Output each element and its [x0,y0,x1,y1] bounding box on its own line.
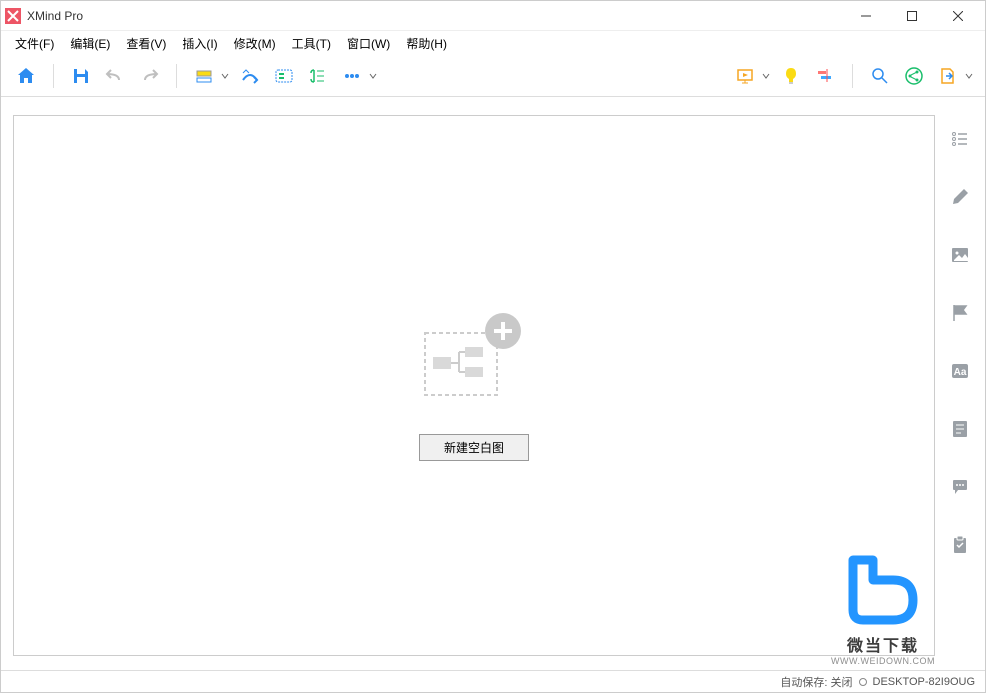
minimize-button[interactable] [843,1,889,31]
idea-button[interactable] [776,61,806,91]
close-icon [953,11,963,21]
font-icon: Aa [950,361,970,381]
boundary-icon [274,66,294,86]
menu-file[interactable]: 文件(F) [7,33,62,54]
sidebar-marker[interactable] [948,301,972,325]
task-icon [950,535,970,555]
undo-button[interactable] [100,61,130,91]
close-button[interactable] [935,1,981,31]
summary-button[interactable] [303,61,333,91]
menu-tools[interactable]: 工具(T) [284,33,339,54]
menu-insert[interactable]: 插入(I) [174,33,225,54]
sidebar-font[interactable]: Aa [948,359,972,383]
more-dropdown[interactable] [367,72,379,80]
topic-icon [194,66,214,86]
flag-icon [950,303,970,323]
export-dropdown[interactable] [963,72,975,80]
separator [53,64,54,88]
presentation-button[interactable] [730,61,760,91]
window-title: XMind Pro [27,9,843,23]
export-button[interactable] [933,61,963,91]
presentation-icon [735,66,755,86]
search-icon [870,66,890,86]
menu-window[interactable]: 窗口(W) [339,33,398,54]
image-icon [950,245,970,265]
statusbar: 自动保存: 关闭 DESKTOP-82I9OUG [1,670,985,692]
new-blank-button[interactable]: 新建空白图 [419,434,529,461]
sidebar-notes[interactable] [948,417,972,441]
undo-icon [105,66,125,86]
redo-icon [139,66,159,86]
lightbulb-icon [781,66,801,86]
menu-help[interactable]: 帮助(H) [398,33,455,54]
comments-icon [950,477,970,497]
maximize-button[interactable] [889,1,935,31]
outline-icon [950,129,970,149]
search-button[interactable] [865,61,895,91]
relationship-icon [240,66,260,86]
topic-button[interactable] [189,61,219,91]
svg-text:Aa: Aa [954,367,967,378]
autosave-status: 自动保存: 关闭 [780,674,852,690]
share-icon [904,66,924,86]
save-icon [71,66,91,86]
save-button[interactable] [66,61,96,91]
summary-icon [308,66,328,86]
menubar: 文件(F) 编辑(E) 查看(V) 插入(I) 修改(M) 工具(T) 窗口(W… [1,31,985,55]
sidebar-outline[interactable] [948,127,972,151]
toolbar [1,55,985,97]
home-button[interactable] [11,61,41,91]
new-map-icon [419,311,529,406]
minimize-icon [861,11,871,21]
separator [176,64,177,88]
app-icon [5,8,21,24]
more-icon [342,66,362,86]
export-icon [938,66,958,86]
menu-view[interactable]: 查看(V) [118,33,174,54]
sidebar-format[interactable] [948,185,972,209]
titlebar: XMind Pro [1,1,985,31]
sidebar-comments[interactable] [948,475,972,499]
boundary-button[interactable] [269,61,299,91]
redo-button[interactable] [134,61,164,91]
more-button[interactable] [337,61,367,91]
topic-dropdown[interactable] [219,72,231,80]
presentation-dropdown[interactable] [760,72,772,80]
maximize-icon [907,11,917,21]
brush-icon [950,187,970,207]
sidebar-task[interactable] [948,533,972,557]
gantt-button[interactable] [810,61,840,91]
separator [852,64,853,88]
hostname-label: DESKTOP-82I9OUG [873,676,976,688]
placeholder: 新建空白图 [419,311,529,461]
relationship-button[interactable] [235,61,265,91]
status-indicator-icon [859,678,867,686]
share-button[interactable] [899,61,929,91]
menu-modify[interactable]: 修改(M) [226,33,284,54]
gantt-icon [815,66,835,86]
home-icon [16,66,36,86]
canvas-area[interactable]: 新建空白图 [13,115,935,656]
notes-icon [950,419,970,439]
sidebar-image[interactable] [948,243,972,267]
right-sidebar: Aa [935,97,985,670]
menu-edit[interactable]: 编辑(E) [62,33,118,54]
